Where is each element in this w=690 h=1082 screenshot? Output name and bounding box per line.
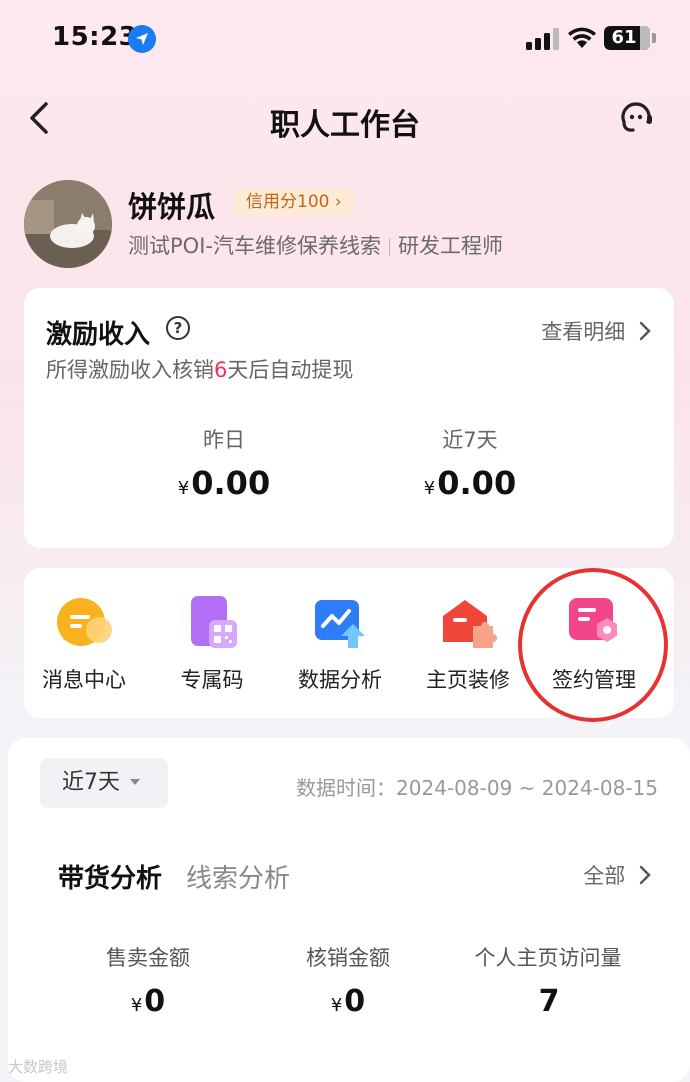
status-bar: 15:23 61 <box>0 0 690 80</box>
wifi-icon <box>566 26 598 54</box>
profile-subtitle: 测试POI-汽车维修保养线索 研发工程师 <box>128 230 503 260</box>
note-suffix: 天后自动提现 <box>227 358 354 382</box>
help-icon[interactable]: ? <box>166 316 190 340</box>
nav-bar: 职人工作台 <box>0 88 690 148</box>
page-title: 职人工作台 <box>270 108 420 143</box>
view-all-link[interactable]: 全部 <box>583 860 652 890</box>
yesterday-amount: 0.00 <box>191 464 271 502</box>
tab-lead-analysis[interactable]: 线索分析 <box>186 858 290 895</box>
metric-value: 7 <box>448 984 648 1019</box>
income-card: 激励收入 ? 查看明细 所得激励收入核销6天后自动提现 昨日 ¥0.00 近7天… <box>24 288 674 548</box>
credit-score-badge[interactable]: 信用分100 › <box>234 188 354 216</box>
user-role: 研发工程师 <box>397 234 503 258</box>
note-prefix: 所得激励收入核销 <box>46 358 214 382</box>
tool-data-analysis[interactable]: 数据分析 <box>280 594 400 694</box>
metric-amount: 7 <box>538 984 560 1019</box>
date-range-label: 近7天 <box>62 770 120 795</box>
metric-label: 核销金额 <box>306 946 390 970</box>
tool-label: 主页装修 <box>426 668 510 692</box>
decoration-icon <box>439 594 497 652</box>
watermark: 大数跨境 <box>8 1058 69 1076</box>
highlight-circle <box>518 568 668 722</box>
metric-value: ¥0 <box>248 984 448 1019</box>
currency-symbol: ¥ <box>177 478 190 499</box>
chevron-right-icon <box>639 865 651 885</box>
tool-homepage-decoration[interactable]: 主页装修 <box>408 594 528 694</box>
income-title: 激励收入 <box>46 320 151 350</box>
caret-down-icon <box>130 779 140 785</box>
metric-amount: 0 <box>144 984 166 1019</box>
signal-icon <box>526 28 560 50</box>
note-days: 6 <box>214 358 228 382</box>
metric-label: 个人主页访问量 <box>474 946 622 970</box>
week-amount: 0.00 <box>437 464 517 502</box>
tool-message-center[interactable]: 消息中心 <box>24 594 144 694</box>
yesterday-value: ¥0.00 <box>124 464 324 502</box>
view-detail-label: 查看明细 <box>541 320 626 344</box>
chevron-right-icon <box>639 321 651 341</box>
data-time: 数据时间：2024-08-09 ~ 2024-08-15 <box>296 776 658 800</box>
customer-service-icon <box>621 102 652 132</box>
currency-symbol: ¥ <box>423 478 436 499</box>
message-icon <box>55 594 113 652</box>
chart-icon <box>311 594 369 652</box>
qrcode-icon <box>183 594 241 652</box>
tool-label: 消息中心 <box>42 668 126 692</box>
divider <box>388 238 390 256</box>
analysis-card: 近7天 数据时间：2024-08-09 ~ 2024-08-15 带货分析 线索… <box>8 738 690 1082</box>
date-range-select[interactable]: 近7天 <box>40 758 168 808</box>
metric-amount: 0 <box>344 984 366 1019</box>
currency-symbol: ¥ <box>130 995 143 1016</box>
yesterday-label: 昨日 <box>203 428 245 452</box>
user-name: 饼饼瓜 <box>128 190 216 224</box>
view-all-label: 全部 <box>583 864 626 888</box>
currency-symbol: ¥ <box>330 995 343 1016</box>
metric-label: 售卖金额 <box>106 946 190 970</box>
avatar[interactable] <box>24 180 112 268</box>
week-label: 近7天 <box>442 428 498 452</box>
tool-qrcode[interactable]: 专属码 <box>152 594 272 694</box>
battery-icon: 61 <box>604 26 656 50</box>
location-icon <box>128 25 156 53</box>
store-name: 测试POI-汽车维修保养线索 <box>128 234 381 258</box>
metric-value: ¥0 <box>48 984 248 1019</box>
income-note: 所得激励收入核销6天后自动提现 <box>46 354 353 384</box>
status-time: 15:23 <box>52 22 138 52</box>
tab-sales-analysis[interactable]: 带货分析 <box>58 858 162 895</box>
customer-service-button[interactable] <box>616 98 656 142</box>
week-value: ¥0.00 <box>370 464 570 502</box>
tool-label: 数据分析 <box>298 668 382 692</box>
battery-level: 61 <box>611 27 637 48</box>
tool-label: 专属码 <box>180 668 244 692</box>
view-detail-link[interactable]: 查看明细 <box>541 316 652 346</box>
